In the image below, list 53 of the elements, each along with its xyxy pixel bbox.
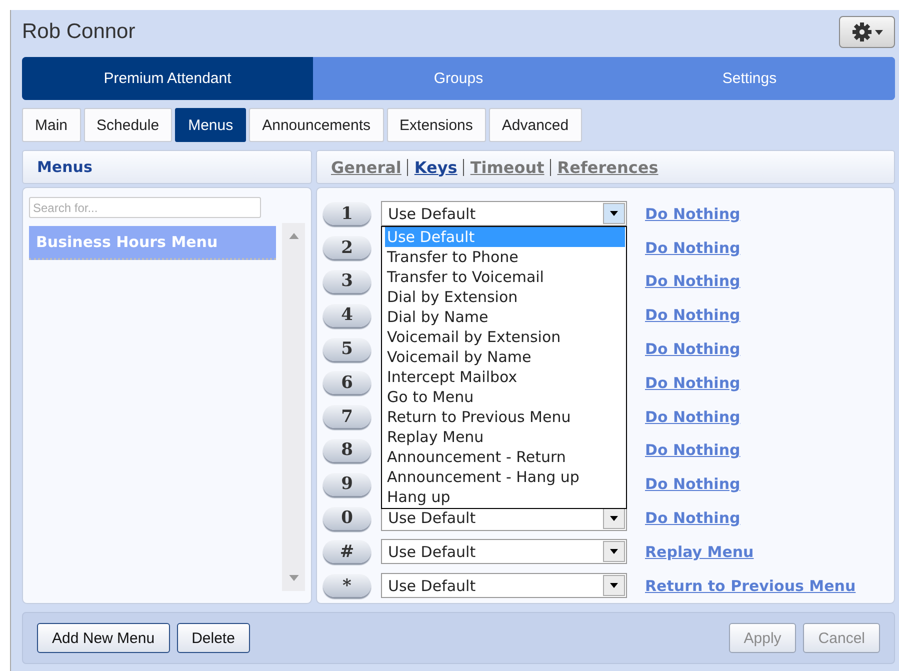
action-link[interactable]: Do Nothing <box>645 340 740 358</box>
up-arrow-icon <box>288 233 299 239</box>
caret-icon <box>610 549 618 554</box>
action-link[interactable]: Return to Previous Menu <box>645 576 856 595</box>
action-link[interactable]: Do Nothing <box>645 441 740 460</box>
tab[interactable]: Extensions <box>386 108 486 142</box>
footer-button[interactable]: Add New Menu <box>37 623 170 653</box>
key-button[interactable]: # <box>323 540 371 564</box>
key-button[interactable]: 9 <box>323 472 371 496</box>
key-button[interactable]: 6 <box>323 371 371 394</box>
key-button[interactable]: 7 <box>323 405 371 428</box>
key-button[interactable]: 8 <box>323 438 371 462</box>
action-link[interactable]: Do Nothing <box>645 272 740 290</box>
nav-tab[interactable]: Premium Attendant <box>22 57 313 100</box>
panel-title: Menus <box>37 158 92 176</box>
scrollbar[interactable] <box>282 223 305 591</box>
key-button[interactable]: 2 <box>323 236 371 260</box>
action-select[interactable]: Use Default <box>381 201 627 226</box>
tab[interactable]: Menus <box>175 108 246 142</box>
key-button[interactable]: 5 <box>323 338 371 361</box>
caret-icon <box>610 211 618 216</box>
panel-link[interactable]: Keys <box>414 158 458 176</box>
action-link[interactable]: Replay Menu <box>645 542 754 561</box>
action-link[interactable]: Do Nothing <box>645 374 740 392</box>
gear-icon <box>852 22 872 42</box>
tab[interactable]: Schedule <box>84 108 172 142</box>
panel-link[interactable]: References <box>557 158 658 176</box>
key-button[interactable]: * <box>323 574 371 598</box>
action-link[interactable]: Do Nothing <box>645 306 740 324</box>
tab[interactable]: Main <box>22 108 81 142</box>
key-button[interactable]: 3 <box>323 270 371 293</box>
caret-icon <box>610 583 618 588</box>
search-field[interactable]: Search for... <box>29 197 261 218</box>
key-button[interactable]: 1 <box>323 202 371 226</box>
panel-link[interactable]: General <box>331 158 402 176</box>
caret-icon <box>874 30 882 34</box>
action-link[interactable]: Do Nothing <box>645 238 740 257</box>
settings-button[interactable] <box>839 16 895 48</box>
panel-link[interactable]: Timeout <box>470 158 544 176</box>
tab[interactable]: Announcements <box>249 108 384 142</box>
action-select[interactable]: Use Default <box>381 539 627 564</box>
window-title: Rob Connor <box>22 20 136 44</box>
caret-icon <box>288 575 299 581</box>
footer-button[interactable]: Delete <box>176 623 250 653</box>
action-select[interactable]: Use Default <box>381 573 627 598</box>
tab[interactable]: Advanced <box>488 108 582 142</box>
action-link[interactable]: Do Nothing <box>645 408 740 426</box>
caret-icon <box>610 516 618 521</box>
key-button[interactable]: 0 <box>323 506 371 530</box>
action-link[interactable]: Do Nothing <box>645 509 740 528</box>
action-link[interactable]: Do Nothing <box>645 475 740 494</box>
action-link[interactable]: Do Nothing <box>645 204 740 223</box>
key-button[interactable]: 4 <box>323 304 371 327</box>
